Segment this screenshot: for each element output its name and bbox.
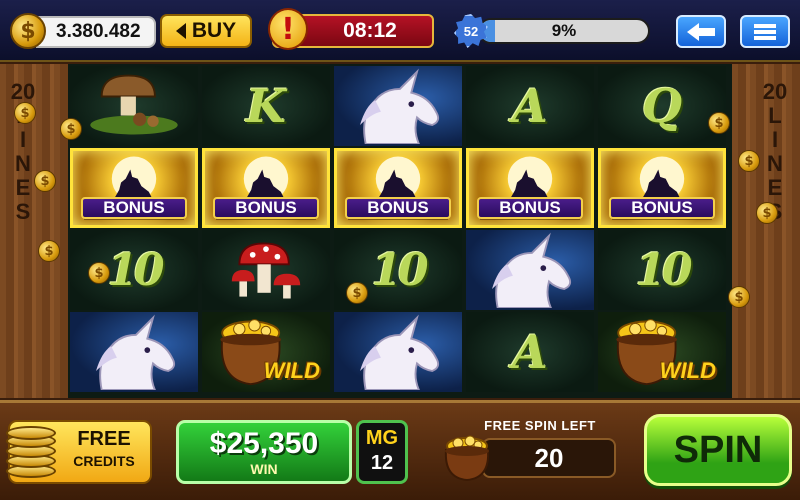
symbol-ten-text: 10 [635,244,692,296]
bonus-label: BONUS [213,197,319,219]
symbol-letter-text: A [512,79,548,133]
symbol-letter-text: K [246,79,286,133]
coin-stack-icon [6,426,58,482]
spin-button[interactable]: SPIN [644,414,792,486]
mega-game-counter: MG 12 [356,420,408,484]
dollar-coin-icon: $ [738,150,760,172]
buy-label: BUY [191,19,237,42]
reel-symbol-ten: 10 [598,230,726,310]
reel-symbol-unicorn [334,312,462,392]
reel-symbol-wild-pot: WILD [598,312,726,392]
reel-symbol-wild-pot: WILD [202,312,330,392]
unicorn-icon [492,232,572,308]
bonus-timer: 08:12 [343,19,397,42]
reel-symbol-unicorn [70,312,198,392]
reel-symbol-bonus-wolf: BONUS [70,148,198,228]
reel-symbol-letter: A [466,312,594,392]
reel-symbol-bonus-wolf: BONUS [202,148,330,228]
reel-symbol-letter: K [202,66,330,146]
dollar-coin-icon: $ [756,202,778,224]
free-spin-left-label: FREE SPIN LEFT [484,418,596,433]
hamburger-menu-icon [754,23,776,40]
bonus-label: BONUS [477,197,583,219]
slot-reels: K A Q BONUS BONUS BONUS BONUS BONUS 10 10 10 WILD A W… [68,64,732,398]
buy-button[interactable]: BUY [160,14,252,48]
mg-title: MG [365,427,399,449]
win-label: WIN [250,461,278,477]
unicorn-icon [360,314,440,390]
balance-value: 3.380.482 [56,21,141,42]
pot-of-gold-icon [444,435,490,482]
dollar-coin-icon: $ [346,282,368,304]
menu-button[interactable] [740,15,790,48]
symbol-letter-text: A [512,325,548,379]
unicorn-icon [360,68,440,144]
wild-label: WILD [659,358,716,383]
back-button[interactable] [676,15,726,48]
dollar-coin-icon: $ [38,240,60,262]
win-amount: $25,350 [209,427,319,460]
unicorn-icon [96,314,176,390]
bonus-label: BONUS [609,197,715,219]
reel-symbol-bonus-wolf: BONUS [334,148,462,228]
left-arrow-icon [175,23,186,39]
reel-symbol-bonus-wolf: BONUS [598,148,726,228]
reel-symbol-mushroom-basket [70,66,198,146]
dollar-coin-icon: $ [34,170,56,192]
reel-symbol-red-mushrooms [202,230,330,310]
win-display: $25,350 WIN [176,420,352,484]
symbol-ten-text: 10 [371,244,428,296]
dollar-coin-icon: $ [60,118,82,140]
symbol-ten-text: 10 [107,244,164,296]
wild-label: WILD [263,358,320,383]
dollar-coin-icon: $ [10,13,46,49]
dollar-coin-icon: $ [14,102,36,124]
back-arrow-icon [687,22,715,41]
free-credits-label: FREE CREDITS [73,428,135,469]
reel-symbol-unicorn [466,230,594,310]
free-spins-counter: 20 [482,438,616,478]
dollar-coin-icon: $ [708,112,730,134]
dollar-coin-icon: $ [88,262,110,284]
symbol-letter-text: Q [641,79,683,133]
mg-value: 12 [370,452,394,474]
bonus-label: BONUS [345,197,451,219]
dollar-coin-icon: $ [728,286,750,308]
bonus-label: BONUS [81,197,187,219]
reel-symbol-bonus-wolf: BONUS [466,148,594,228]
reel-symbol-letter: A [466,66,594,146]
exclamation-icon: ! [268,8,308,50]
reel-symbol-letter: Q [598,66,726,146]
reel-symbol-unicorn [334,66,462,146]
xp-percent: 9% [551,21,577,40]
mushroom-basket-icon [90,74,178,135]
red-mushroom-icon [231,242,301,299]
balance-display: 3.380.482 [36,16,156,48]
